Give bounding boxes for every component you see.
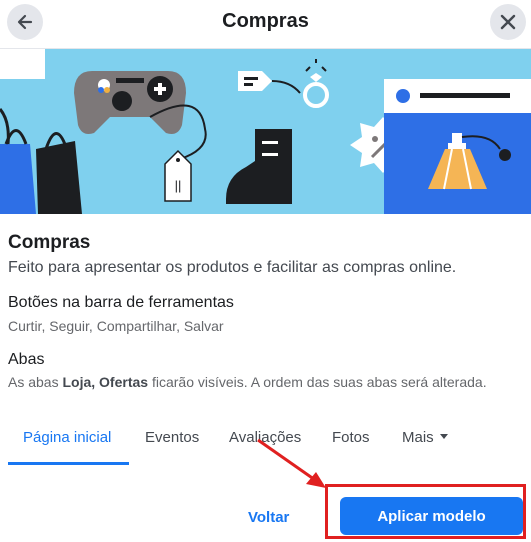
shopping-illustration: || <box>0 49 531 214</box>
annotation-highlight-box <box>325 484 526 539</box>
dialog-title: Compras <box>222 10 309 32</box>
tab-more-label: Mais <box>402 429 434 446</box>
caret-down-icon <box>439 433 448 439</box>
toolbar-buttons-list: Curtir, Seguir, Compartilhar, Salvar <box>8 318 224 334</box>
close-button[interactable] <box>490 4 526 40</box>
template-title: Compras <box>8 232 91 253</box>
tabs-desc-suffix: ficarão visíveis. A ordem das suas abas … <box>148 374 487 390</box>
back-link-button[interactable]: Voltar <box>248 509 289 526</box>
template-description: Feito para apresentar os produtos e faci… <box>8 259 457 276</box>
tab-events[interactable]: Eventos <box>145 420 199 464</box>
tabs-desc-bold: Loja, Ofertas <box>62 374 149 390</box>
tabs-heading: Abas <box>8 351 45 368</box>
tab-photos[interactable]: Fotos <box>332 420 370 464</box>
tab-reviews[interactable]: Avaliações <box>229 420 301 464</box>
tabs-description: As abas Loja, Ofertas ficarão visíveis. … <box>8 374 487 390</box>
close-icon <box>500 14 516 30</box>
tab-more[interactable]: Mais <box>402 420 448 464</box>
toolbar-buttons-heading: Botões na barra de ferramentas <box>8 294 234 311</box>
active-tab-indicator <box>8 462 129 465</box>
dialog-header: Compras <box>0 0 531 49</box>
tabs-desc-prefix: As abas <box>8 374 63 390</box>
template-banner-illustration: || <box>0 49 531 214</box>
white-card-shape <box>0 49 45 79</box>
svg-text:||: || <box>175 178 182 193</box>
tab-home[interactable]: Página inicial <box>23 420 111 464</box>
